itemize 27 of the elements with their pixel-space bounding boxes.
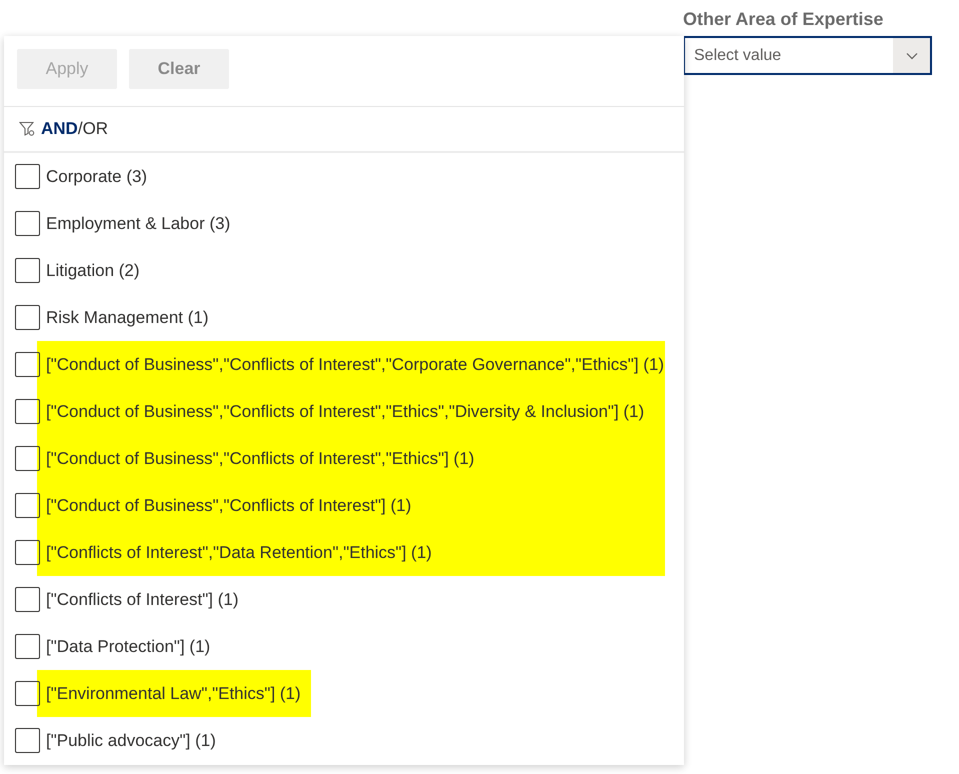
field-label: Other Area of Expertise <box>683 8 884 30</box>
option-label: Employment & Labor (3) <box>46 212 230 235</box>
checkbox[interactable] <box>15 305 40 330</box>
select-placeholder: Select value <box>693 46 782 66</box>
option-label: ["Environmental Law","Ethics"] (1) <box>46 682 301 705</box>
option-label: Corporate (3) <box>46 166 148 188</box>
checkbox[interactable] <box>15 164 40 189</box>
option-label: ["Conduct of Business","Conflicts of Interest","Ethics","Diversity & Inclusion"] (1) <box>46 400 644 423</box>
checkbox[interactable] <box>15 211 40 236</box>
option-label: Litigation (2) <box>46 260 140 282</box>
option-label: ["Conduct of Business","Conflicts of Interest","Corporate Governance","Ethics"] (1) <box>46 354 664 376</box>
filter-dropdown-panel: Apply Clear AND/OR Corporate (3) Employment & Labor (3) Litigation (2) Risk Management (1) ["Conduct of Business","Conflicts of Interest","Corporate Governance","Ethics"] (1) ["Conduct of Business","Conflicts of Interest","Ethics","Diversity & Inclusion"] (1) ["Conduct of Business","Conflicts of Interest","Ethics"] (1) ["Conduct of Business","Conflicts of Interest"] (1) ["Conflicts of Interest","Data Retention","Ethics"] (1) ["Conflicts of Interest"] (1) ["Data Protection"] (1) ["Environmental Law","Ethics"] (1) ["Public advocacy"] (1) <box>4 36 684 765</box>
select-field[interactable]: Select value <box>683 36 932 75</box>
option-label: ["Data Protection"] (1) <box>46 636 210 658</box>
clear-button[interactable]: Clear <box>129 49 229 89</box>
option-label: ["Conduct of Business","Conflicts of Interest","Ethics"] (1) <box>46 448 474 470</box>
option-label: ["Conflicts of Interest","Data Retention","Ethics"] (1) <box>46 542 432 564</box>
chevron-down-icon <box>906 52 918 60</box>
filter-settings-icon <box>19 121 36 137</box>
checkbox[interactable] <box>15 728 40 753</box>
checkbox[interactable] <box>15 634 40 659</box>
checkbox[interactable] <box>15 258 40 283</box>
option-label: Risk Management (1) <box>46 306 209 329</box>
option-label: ["Public advocacy"] (1) <box>46 730 216 752</box>
option-label: ["Conduct of Business","Conflicts of Interest"] (1) <box>46 494 412 517</box>
option-label: ["Conflicts of Interest"] (1) <box>46 588 239 611</box>
checkbox[interactable] <box>15 587 40 612</box>
